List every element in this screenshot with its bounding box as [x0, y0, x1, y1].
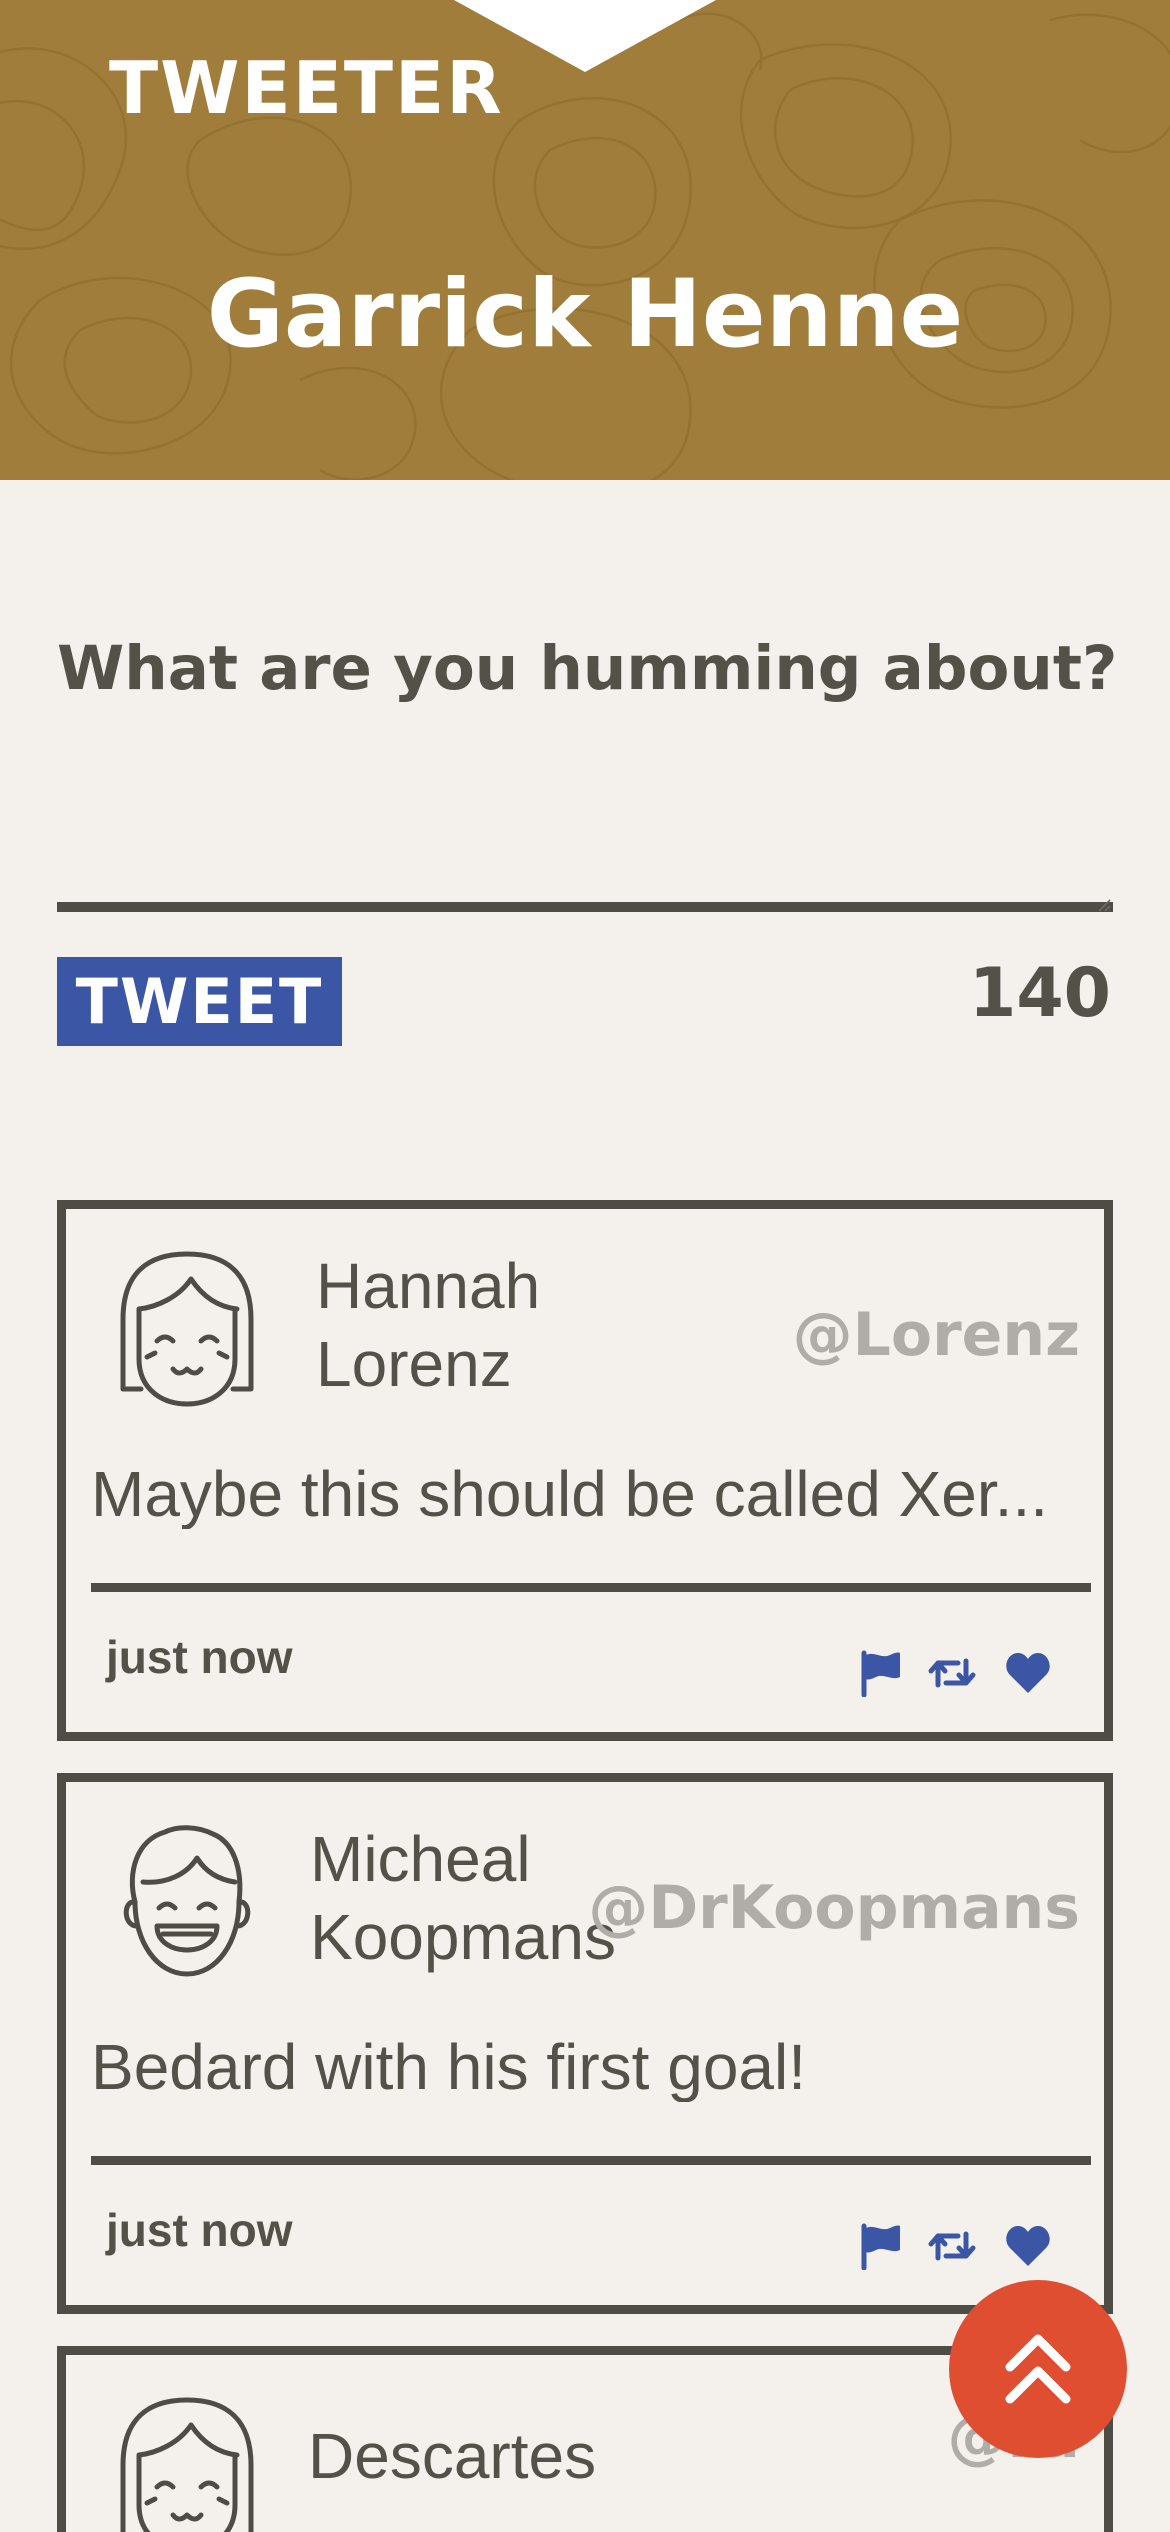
tweet-timestamp: just now: [106, 2204, 293, 2256]
app-brand: TWEETER: [109, 46, 504, 130]
resize-grip-icon[interactable]: [1095, 896, 1111, 912]
flag-icon[interactable]: [856, 1649, 904, 1697]
author-handle[interactable]: @DrKoopmans: [588, 1878, 1080, 1938]
author-name: Descartes: [308, 2420, 597, 2492]
retweet-icon[interactable]: [928, 2222, 976, 2270]
author-name: Micheal Koopmans: [310, 1823, 616, 1973]
flag-icon[interactable]: [856, 2222, 904, 2270]
double-chevron-up-icon: [1005, 2334, 1071, 2404]
composer-label: What are you humming about?: [57, 633, 1118, 704]
char-counter: 140: [969, 954, 1111, 1033]
tweet-text: Maybe this should be called Xer...: [91, 1459, 1048, 1530]
tweet-card: Micheal Koopmans @DrKoopmans Bedard with…: [57, 1773, 1113, 2314]
profile-header: TWEETER Garrick Henne: [0, 0, 1170, 480]
tweet-timestamp: just now: [106, 1631, 293, 1683]
profile-name: Garrick Henne: [206, 260, 964, 369]
author-handle[interactable]: @Lorenz: [793, 1305, 1080, 1365]
boy-face-icon: [123, 1825, 251, 1977]
heart-icon[interactable]: [1004, 1649, 1052, 1697]
tweet-divider: [91, 1583, 1091, 1592]
tweet-card: Hannah Lorenz @Lorenz Maybe this should …: [57, 1200, 1113, 1741]
tweet-button[interactable]: TWEET: [57, 957, 342, 1046]
scroll-to-top-button[interactable]: [949, 2280, 1127, 2458]
tweet-textarea[interactable]: [57, 722, 1113, 912]
girl-face-icon: [120, 1251, 254, 1407]
tweet-divider: [91, 2156, 1091, 2165]
heart-icon[interactable]: [1004, 2222, 1052, 2270]
girl-face-icon: [120, 2397, 254, 2532]
retweet-icon[interactable]: [928, 1649, 976, 1697]
author-name: Hannah Lorenz: [316, 1250, 541, 1400]
tweet-text: Bedard with his first goal!: [91, 2032, 806, 2103]
